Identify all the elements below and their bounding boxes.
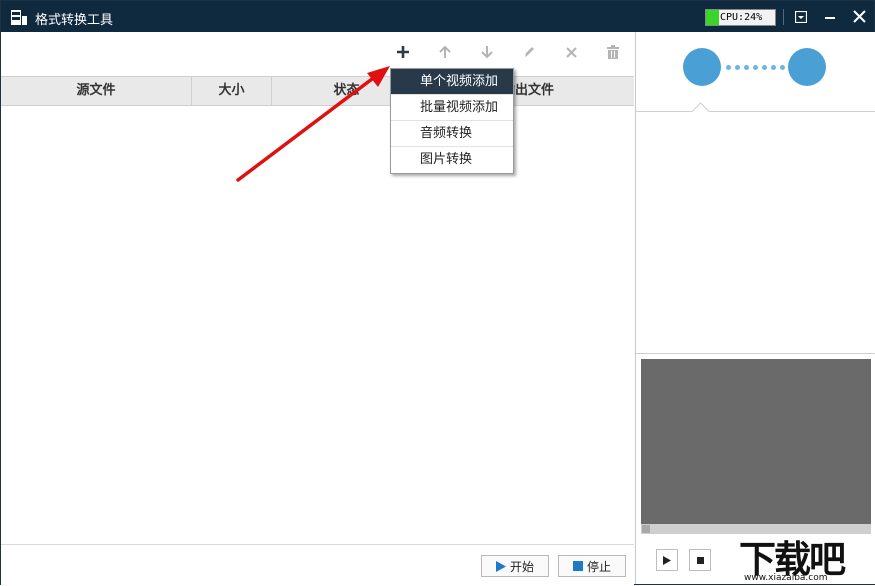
flow-dot (735, 65, 740, 70)
preview-play-button[interactable] (656, 549, 678, 571)
arrow-up-icon (439, 45, 451, 58)
trash-icon (607, 45, 619, 59)
divider (636, 111, 875, 112)
watermark-url: www.xiazaiba.com (744, 573, 828, 583)
menu-item-image[interactable]: 图片转换 (391, 147, 513, 173)
preview-stop-button[interactable] (689, 549, 711, 571)
flow-dot (744, 65, 749, 70)
arrow-down-icon (481, 46, 493, 59)
settings-menu-button[interactable] (791, 7, 811, 27)
action-footer: 开始 停止 (1, 544, 634, 585)
menu-item-single-video[interactable]: 单个视频添加 (391, 69, 513, 95)
add-dropdown-menu: 单个视频添加 批量视频添加 音频转换 图片转换 (390, 68, 514, 174)
flow-dot (771, 65, 776, 70)
menu-item-batch-video[interactable]: 批量视频添加 (391, 95, 513, 121)
remove-button[interactable] (562, 45, 580, 63)
scroll-thumb[interactable] (642, 525, 650, 533)
title-bar: 格式转换工具 CPU:24% (1, 1, 874, 32)
cpu-usage-meter: CPU:24% (705, 9, 776, 26)
clear-all-button[interactable] (604, 45, 622, 63)
film-icon (11, 10, 27, 25)
plus-icon (397, 46, 409, 58)
play-icon (663, 556, 671, 565)
video-preview-area (641, 359, 871, 534)
close-icon (852, 10, 866, 23)
preview-panel (635, 32, 875, 584)
play-icon (496, 561, 506, 572)
title-separator (783, 9, 784, 25)
stop-icon (573, 561, 583, 571)
dropdown-box-icon (794, 10, 808, 24)
column-header-size[interactable]: 大小 (192, 77, 272, 105)
add-button[interactable] (394, 45, 412, 63)
target-circle (788, 48, 826, 86)
cpu-usage-label: CPU:24% (720, 12, 763, 23)
stop-button-label: 停止 (587, 560, 612, 574)
close-window-button[interactable] (849, 7, 869, 27)
stop-button[interactable]: 停止 (558, 555, 626, 577)
move-down-button[interactable] (478, 45, 496, 63)
app-window: 格式转换工具 CPU:24% 源文件 大小 状态 输出文件 开始 停止 单个视频… (0, 0, 875, 585)
file-list-panel: 源文件 大小 状态 输出文件 开始 停止 (1, 32, 634, 585)
stop-icon (696, 557, 704, 564)
move-up-button[interactable] (436, 45, 454, 63)
divider (636, 353, 875, 354)
minimize-button[interactable] (820, 7, 840, 27)
minimize-icon (825, 17, 835, 19)
window-title: 格式转换工具 (35, 13, 114, 28)
edit-button[interactable] (520, 45, 538, 63)
menu-item-audio[interactable]: 音频转换 (391, 121, 513, 147)
file-table-header: 源文件 大小 状态 输出文件 (1, 76, 634, 106)
close-icon (565, 47, 577, 58)
flow-dot (753, 65, 758, 70)
start-button-label: 开始 (510, 560, 535, 574)
start-button[interactable]: 开始 (481, 555, 549, 577)
flow-dot (762, 65, 767, 70)
source-circle (683, 48, 721, 86)
column-header-source[interactable]: 源文件 (1, 77, 192, 105)
pointer-notch (691, 102, 710, 121)
flow-dot (780, 65, 785, 70)
pencil-icon (525, 47, 534, 57)
flow-dot (726, 65, 731, 70)
cpu-usage-fill (706, 10, 720, 25)
